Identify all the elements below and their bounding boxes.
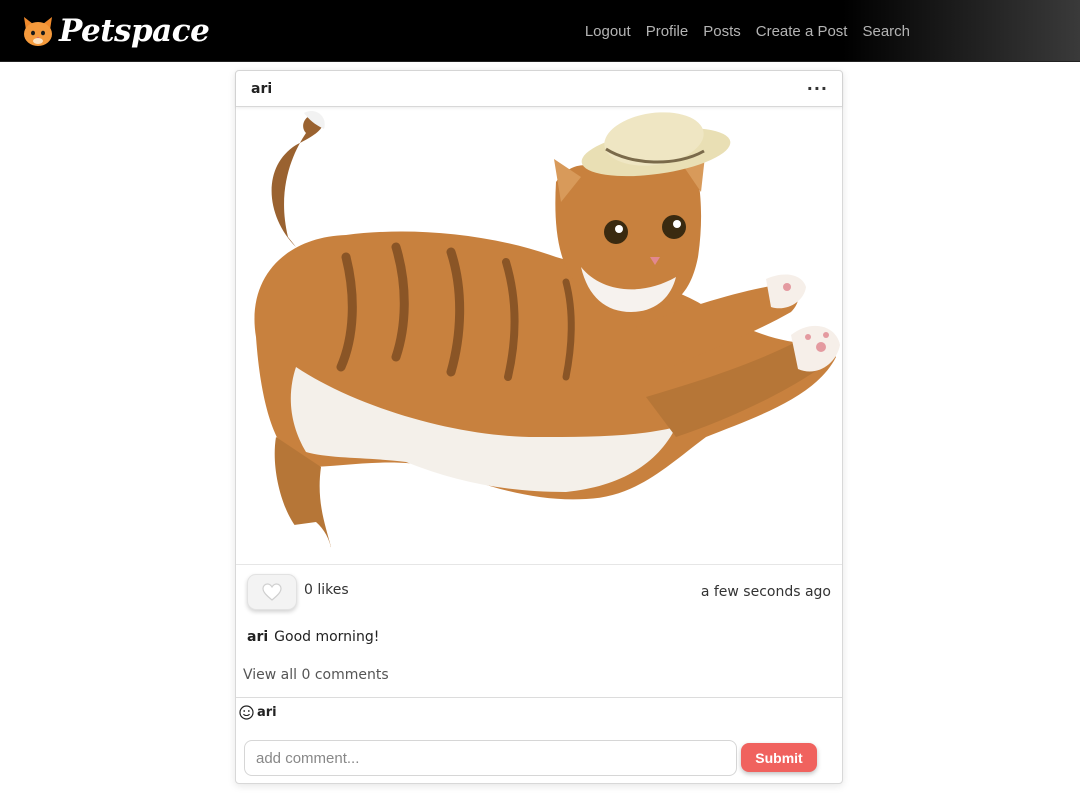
nav-posts-link[interactable]: Posts [703,23,741,40]
nav-create-post-link[interactable]: Create a Post [756,23,848,40]
more-options-icon[interactable]: ··· [807,80,828,96]
top-navbar: Petspace Logout Profile Posts Create a P… [0,0,1080,62]
post-header: ari ··· [236,71,842,107]
view-comments-link[interactable]: View all 0 comments [243,667,389,683]
post-caption: ari Good morning! [247,629,379,645]
post-card: ari ··· 0 likes a few seconds ago ari Go… [235,70,843,784]
post-actions: 0 likes a few seconds ago [236,571,842,617]
nav-search-link[interactable]: Search [862,23,910,40]
submit-comment-button[interactable]: Submit [741,743,817,772]
cat-photo [254,110,840,555]
smiley-icon [239,705,254,720]
post-image [236,107,842,565]
post-author[interactable]: ari [251,81,272,97]
nav-logout-link[interactable]: Logout [585,23,631,40]
comment-input[interactable] [244,740,737,776]
heart-icon [262,583,282,601]
nav-profile-link[interactable]: Profile [646,23,689,40]
comment-user: ari [239,705,277,720]
post-timestamp: a few seconds ago [700,584,831,600]
comments-divider [236,697,842,698]
cat-face-icon [24,16,52,46]
comment-username: ari [257,705,277,720]
brand-name: Petspace [59,12,210,49]
caption-text: Good morning! [274,629,380,645]
nav-links: Logout Profile Posts Create a Post Searc… [585,0,910,62]
caption-author[interactable]: ari [247,629,268,645]
likes-count: 0 likes [304,582,349,598]
like-button[interactable] [247,574,297,610]
brand-logo[interactable]: Petspace [20,12,210,49]
